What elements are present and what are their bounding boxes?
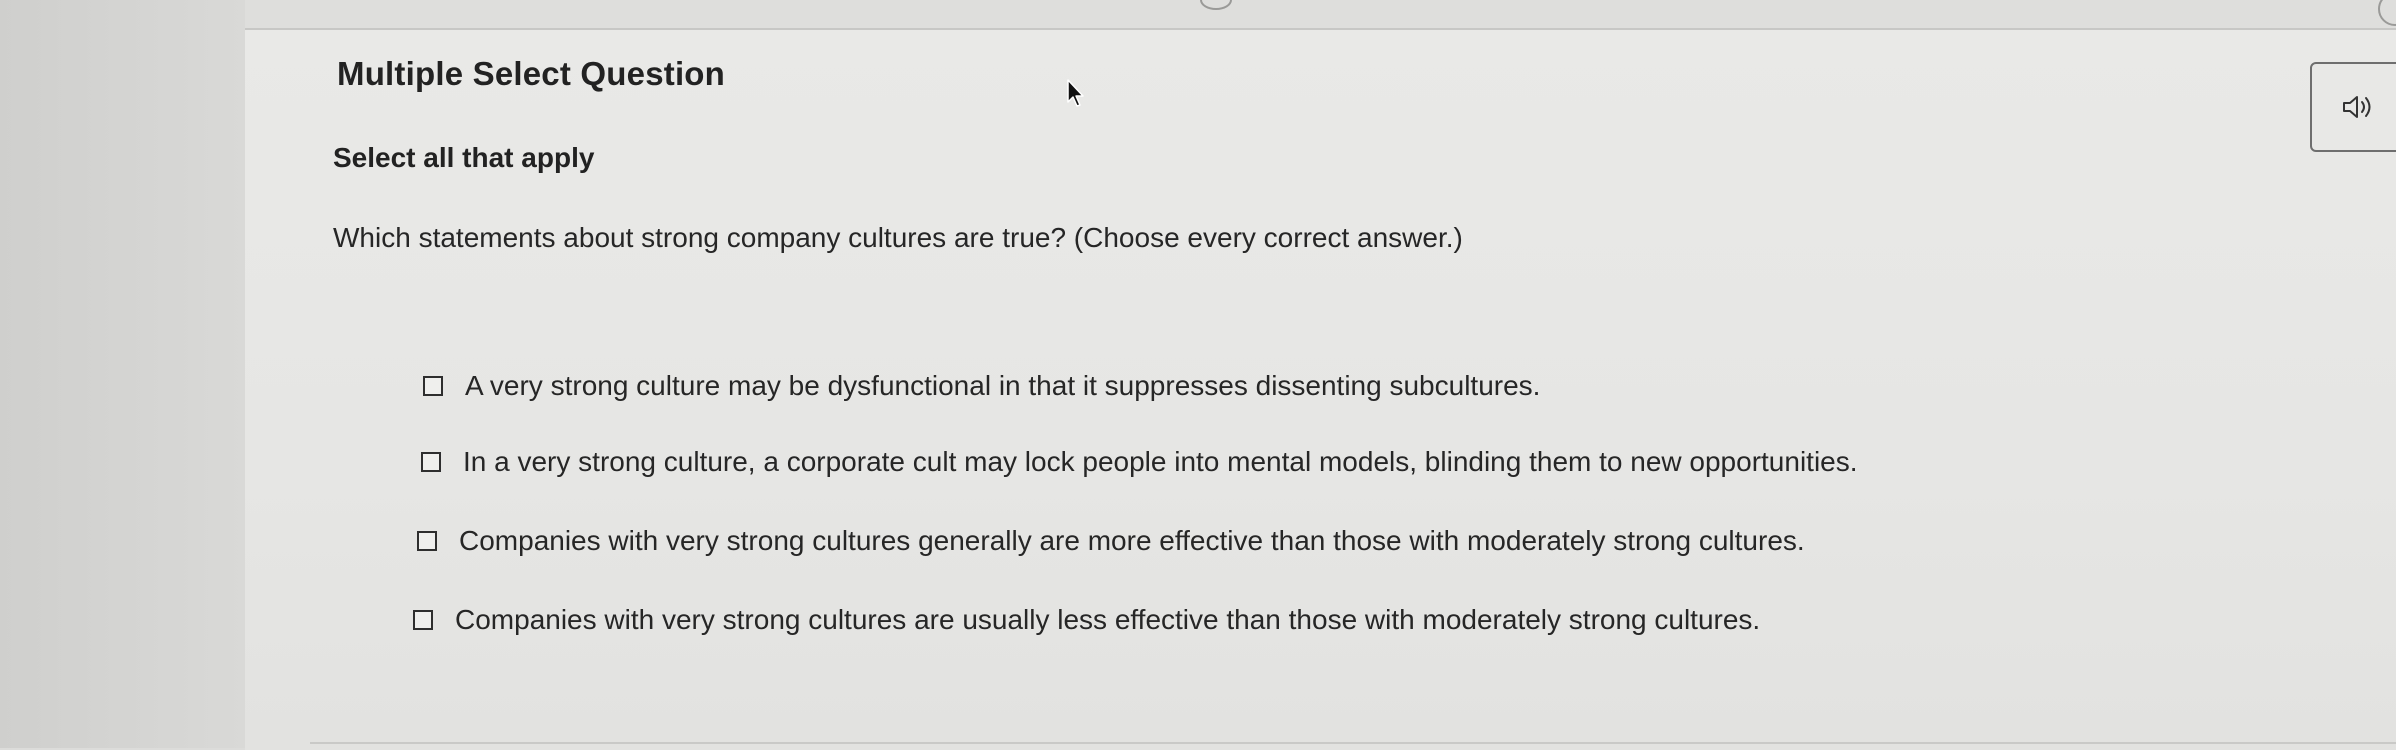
instruction-text: Select all that apply bbox=[333, 142, 595, 173]
read-aloud-button[interactable] bbox=[2310, 62, 2396, 152]
checkbox[interactable] bbox=[423, 376, 443, 396]
top-strip bbox=[245, 0, 2396, 28]
checkbox[interactable] bbox=[421, 452, 441, 472]
mouse-pointer-icon bbox=[1067, 79, 1084, 107]
option-label: Companies with very strong cultures are … bbox=[455, 604, 1761, 635]
option-1[interactable]: A very strong culture may be dysfunction… bbox=[423, 370, 1540, 402]
speaker-icon bbox=[2342, 96, 2370, 118]
question-prompt: Which statements about strong company cu… bbox=[333, 222, 1463, 253]
option-label: In a very strong culture, a corporate cu… bbox=[463, 446, 1858, 477]
option-4[interactable]: Companies with very strong cultures are … bbox=[413, 604, 1760, 636]
option-2[interactable]: In a very strong culture, a corporate cu… bbox=[421, 446, 1858, 478]
option-label: A very strong culture may be dysfunction… bbox=[465, 370, 1541, 401]
checkbox[interactable] bbox=[413, 610, 433, 630]
left-gutter bbox=[0, 0, 245, 748]
bottom-divider bbox=[310, 742, 2396, 744]
checkbox[interactable] bbox=[417, 531, 437, 551]
question-type-heading: Multiple Select Question bbox=[337, 55, 726, 92]
option-label: Companies with very strong cultures gene… bbox=[459, 525, 1805, 556]
option-3[interactable]: Companies with very strong cultures gene… bbox=[417, 525, 1805, 557]
